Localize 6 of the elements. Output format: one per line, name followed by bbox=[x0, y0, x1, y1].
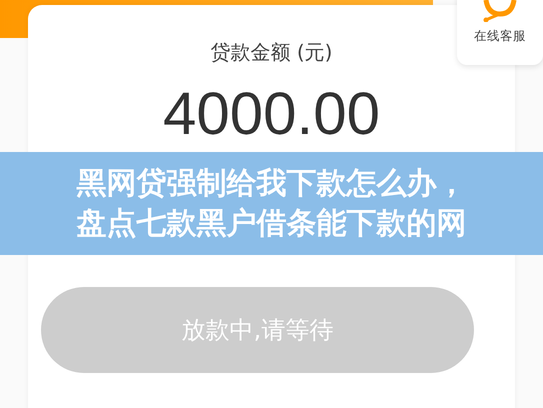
banner-title-line: 黑网贷强制给我下款怎么办， bbox=[76, 164, 466, 202]
support-label: 在线客服 bbox=[474, 28, 526, 45]
banner-title-line: 盘点七款黑户借条能下款的网 bbox=[76, 204, 466, 242]
support-button[interactable]: 在线客服 bbox=[457, 0, 543, 65]
loan-amount: 4000.00 bbox=[163, 84, 380, 144]
amount-label: 贷款金额 (元) bbox=[210, 39, 332, 66]
